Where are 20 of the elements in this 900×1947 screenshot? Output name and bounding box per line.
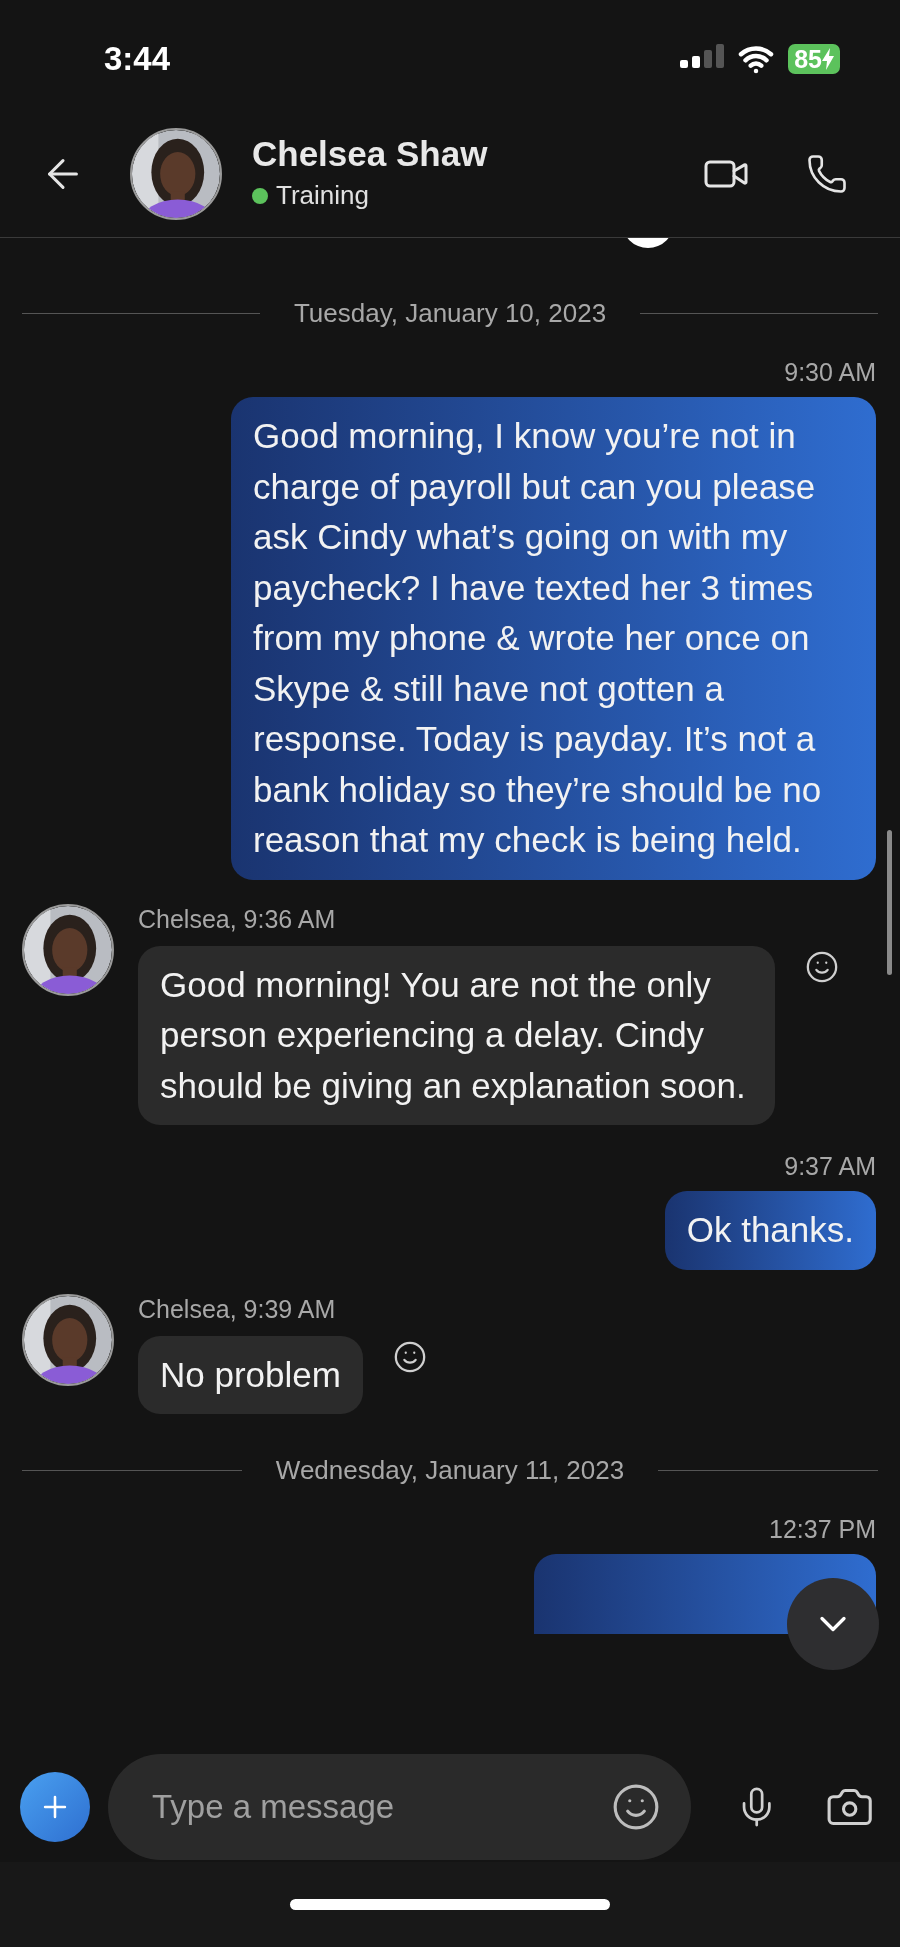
- message-time: 9:30 AM: [784, 357, 876, 387]
- received-message-bubble: No problem: [138, 1335, 363, 1414]
- contact-name: Chelsea Shaw: [252, 133, 489, 175]
- sender-time: Chelsea, 9:39 AM: [138, 1293, 337, 1324]
- date-divider-label: Wednesday, January 11, 2023: [275, 1453, 625, 1487]
- sender-time: Chelsea, 9:36 AM: [138, 903, 337, 934]
- sent-message-bubble: Ok thanks.: [664, 1191, 876, 1270]
- phone-icon[interactable]: [806, 152, 848, 195]
- status-time: 3:44: [104, 39, 171, 80]
- battery-indicator: 85: [788, 44, 840, 74]
- message-time: 12:37 PM: [769, 1514, 876, 1544]
- message-composer[interactable]: Type a message: [108, 1754, 692, 1860]
- received-message-bubble: Good morning! You are not the only person experiencing a delay. Cindy should be giving an explanation soon.: [138, 945, 775, 1125]
- message-time: 9:37 AM: [784, 1151, 876, 1181]
- sent-message-bubble: Good morning, I know you’re not in charge of payroll but can you please ask Cindy what’s going on with my paycheck? I have texted her 3 times from my phone & wrote her once on Skype & still have not gotten a response. Today is payday. It’s not a bank holiday so they’re should be no reason that my check is being held.: [231, 397, 876, 880]
- reaction-icon[interactable]: [392, 1339, 427, 1374]
- reaction-icon[interactable]: [805, 949, 839, 984]
- charging-bolt-icon: [822, 48, 834, 70]
- date-divider-label: Tuesday, January 10, 2023: [293, 296, 607, 330]
- contact-status: Training: [276, 179, 369, 212]
